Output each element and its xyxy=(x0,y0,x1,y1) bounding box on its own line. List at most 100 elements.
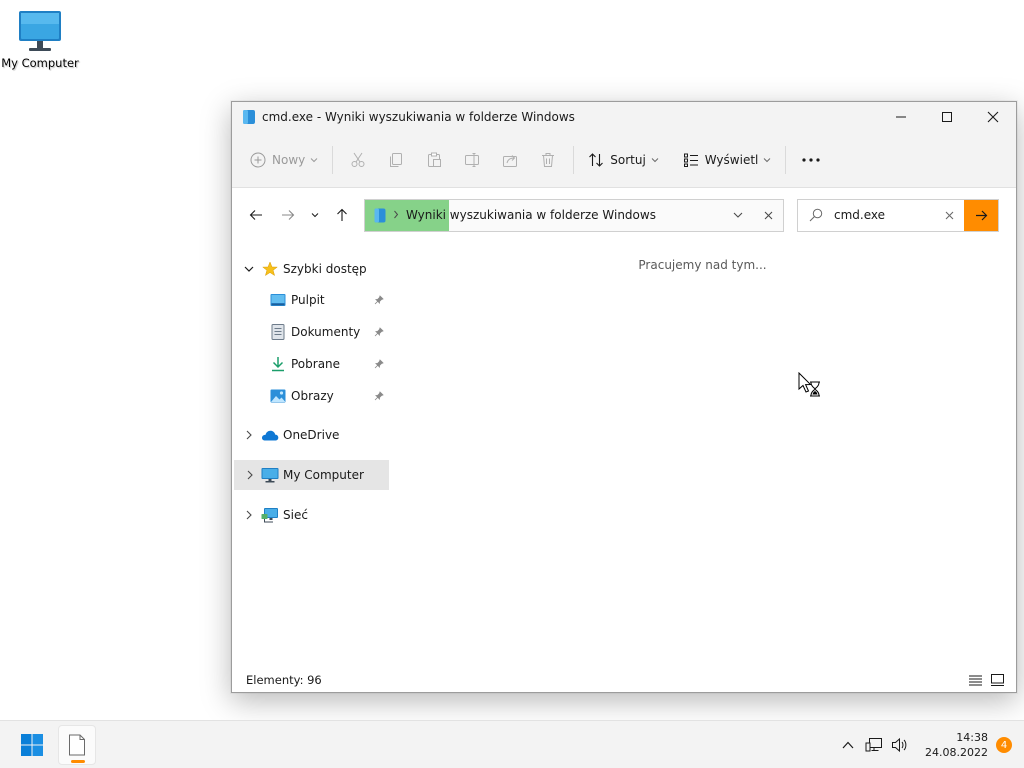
pictures-icon xyxy=(269,387,287,405)
sidebar-item-label: Sieć xyxy=(283,508,308,522)
maximize-icon xyxy=(942,112,952,122)
cut-icon xyxy=(351,152,365,167)
taskbar: 14:38 24.08.2022 4 xyxy=(0,720,1024,768)
navigation-row: Wyniki wyszukiwania w folderze Windows xyxy=(232,188,1016,242)
address-history-button[interactable] xyxy=(723,200,753,231)
monitor-icon xyxy=(261,466,279,484)
chevron-right-icon[interactable] xyxy=(234,470,261,480)
close-button[interactable] xyxy=(970,102,1016,132)
breadcrumb[interactable]: Wyniki wyszukiwania w folderze Windows xyxy=(406,208,723,222)
new-button[interactable]: Nowy xyxy=(242,144,326,176)
rename-button[interactable] xyxy=(453,144,491,176)
large-icons-view-button[interactable] xyxy=(986,670,1008,690)
new-button-label: Nowy xyxy=(272,152,306,167)
working-message: Pracujemy nad tym... xyxy=(638,258,767,272)
chevron-down-icon[interactable] xyxy=(232,266,261,272)
explorer-body: Szybki dostęp Pulpit Dokumenty Pobrane O… xyxy=(232,242,1016,692)
copy-icon xyxy=(390,152,403,167)
running-indicator xyxy=(71,760,85,763)
arrow-up-icon xyxy=(337,208,347,221)
chevron-down-icon xyxy=(764,157,771,162)
cloud-icon xyxy=(261,426,279,444)
delete-icon xyxy=(542,152,555,167)
paste-button[interactable] xyxy=(415,144,453,176)
clock[interactable]: 14:38 24.08.2022 xyxy=(925,730,988,760)
close-icon xyxy=(987,111,999,123)
downloads-icon xyxy=(269,355,287,373)
speaker-icon xyxy=(892,737,907,753)
document-icon xyxy=(69,734,85,756)
details-view-button[interactable] xyxy=(964,670,986,690)
item-count: Elementy: 96 xyxy=(246,673,322,687)
sort-icon xyxy=(589,152,604,167)
clock-time: 14:38 xyxy=(956,731,988,744)
copy-button[interactable] xyxy=(377,144,415,176)
address-bar[interactable]: Wyniki wyszukiwania w folderze Windows xyxy=(364,198,784,232)
arrow-right-icon xyxy=(975,210,987,220)
navigation-pane: Szybki dostęp Pulpit Dokumenty Pobrane O… xyxy=(232,242,389,692)
view-button[interactable]: Wyświetl xyxy=(675,144,780,176)
sidebar-item-obrazy[interactable]: Obrazy xyxy=(232,380,389,412)
more-icon xyxy=(802,157,820,162)
notification-badge[interactable]: 4 xyxy=(996,737,1012,753)
start-button[interactable] xyxy=(12,727,52,763)
sidebar-item-label: Pulpit xyxy=(291,293,325,307)
chevron-down-icon xyxy=(733,212,743,218)
up-button[interactable] xyxy=(326,200,358,230)
sidebar-item-pobrane[interactable]: Pobrane xyxy=(232,348,389,380)
chevron-right-icon[interactable] xyxy=(232,430,261,440)
sidebar-item-label: Dokumenty xyxy=(291,325,361,339)
sidebar-item-label: Szybki dostęp xyxy=(283,262,367,276)
sidebar-item-my-computer[interactable]: My Computer xyxy=(234,460,389,490)
share-button[interactable] xyxy=(491,144,529,176)
file-list-area[interactable]: Pracujemy nad tym... xyxy=(389,242,1016,692)
monitor-icon xyxy=(18,8,62,54)
recent-locations-button[interactable] xyxy=(304,200,326,230)
pin-icon[interactable] xyxy=(369,391,389,401)
sidebar-item-siec[interactable]: Sieć xyxy=(232,500,389,530)
system-tray: 14:38 24.08.2022 4 xyxy=(835,721,1024,768)
chevron-down-icon xyxy=(310,157,318,162)
show-hidden-icons-button[interactable] xyxy=(835,730,861,760)
network-wired-icon xyxy=(865,738,883,752)
network-status-button[interactable] xyxy=(861,730,887,760)
clear-search-button[interactable] xyxy=(934,200,964,231)
search-icon xyxy=(798,200,834,231)
sidebar-item-quick-access[interactable]: Szybki dostęp xyxy=(232,254,389,284)
pin-icon[interactable] xyxy=(369,295,389,305)
details-view-icon xyxy=(968,675,982,685)
command-bar: Nowy Sortuj Wyświetl xyxy=(232,132,1016,188)
minimize-button[interactable] xyxy=(878,102,924,132)
plus-circle-icon xyxy=(250,152,266,167)
paste-icon xyxy=(428,152,442,167)
search-box[interactable] xyxy=(797,198,999,232)
desktop-folder-icon xyxy=(269,291,287,309)
chevron-right-icon[interactable] xyxy=(232,510,261,520)
delete-button[interactable] xyxy=(529,144,567,176)
sidebar-item-onedrive[interactable]: OneDrive xyxy=(232,420,389,450)
stop-search-button[interactable] xyxy=(753,200,783,231)
sidebar-item-pulpit[interactable]: Pulpit xyxy=(232,284,389,316)
volume-button[interactable] xyxy=(887,730,913,760)
search-go-button[interactable] xyxy=(964,199,998,231)
desktop-icon-my-computer[interactable]: My Computer xyxy=(0,8,80,70)
title-bar[interactable]: cmd.exe - Wyniki wyszukiwania w folderze… xyxy=(232,102,1016,132)
search-input[interactable] xyxy=(834,199,934,231)
cut-button[interactable] xyxy=(339,144,377,176)
sort-button[interactable]: Sortuj xyxy=(580,144,667,176)
sidebar-item-label: OneDrive xyxy=(283,428,340,442)
view-list-icon xyxy=(683,153,698,167)
status-bar: Elementy: 96 xyxy=(232,668,1016,692)
back-button[interactable] xyxy=(240,200,272,230)
forward-button[interactable] xyxy=(272,200,304,230)
arrow-left-icon xyxy=(249,210,262,220)
more-options-button[interactable] xyxy=(792,144,830,176)
clock-date: 24.08.2022 xyxy=(925,746,988,759)
breadcrumb-chevron-icon[interactable] xyxy=(393,208,399,222)
network-icon xyxy=(261,506,279,524)
taskbar-app-explorer[interactable] xyxy=(58,725,96,765)
sidebar-item-dokumenty[interactable]: Dokumenty xyxy=(232,316,389,348)
pin-icon[interactable] xyxy=(369,359,389,369)
pin-icon[interactable] xyxy=(369,327,389,337)
maximize-button[interactable] xyxy=(924,102,970,132)
